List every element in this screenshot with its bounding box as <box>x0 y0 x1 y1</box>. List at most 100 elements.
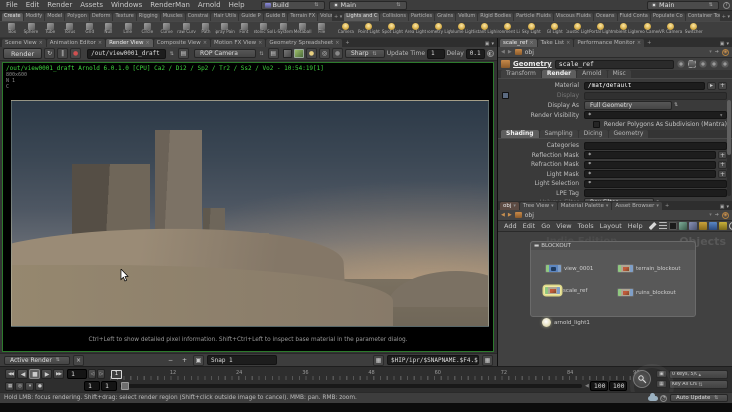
param-tab[interactable]: Render <box>541 70 577 78</box>
shelf-tool[interactable]: Sphere <box>21 22 40 37</box>
pane-tab[interactable]: Composite View × <box>153 39 211 47</box>
close-icon[interactable]: × <box>529 40 533 46</box>
magnifier-icon[interactable]: ◎ <box>318 48 330 59</box>
play-button[interactable]: ▶ <box>41 369 52 379</box>
pane-tab[interactable]: Material Palette ▾ <box>557 202 612 210</box>
pane-tab[interactable]: obj ▾ <box>500 202 519 210</box>
shelf-tool[interactable]: Geometry Light <box>427 22 450 37</box>
pane-tab[interactable]: Asset Browser ▾ <box>612 202 662 210</box>
snapshot-a-icon[interactable] <box>282 49 293 58</box>
pane-menu-icon[interactable]: ▾ <box>726 41 729 47</box>
shelf-tab[interactable]: Muscles <box>160 13 185 21</box>
spinner-icon[interactable]: ⇅ <box>258 51 266 57</box>
pin-icon[interactable]: ➔ <box>715 49 719 55</box>
shelf-tab[interactable]: Hair Utils <box>211 13 239 21</box>
param-subtab[interactable]: Sampling <box>539 130 578 138</box>
back-icon[interactable]: ◀ <box>501 212 505 218</box>
range-start-field[interactable]: 1 <box>84 381 100 391</box>
node-arnold-light1[interactable]: arnold_light1 <box>542 318 590 327</box>
node-ruins-blockout[interactable]: ruins_blockout <box>617 288 676 297</box>
subdiv-checkbox[interactable] <box>592 121 600 128</box>
shelf-tool[interactable]: Curve <box>157 22 176 37</box>
shelf-tool[interactable]: GI Light <box>543 22 566 37</box>
snap-name-field[interactable]: Snap 1 <box>207 355 277 365</box>
shelf-tab[interactable]: Viscous Fluids <box>553 13 593 21</box>
stop-render-icon[interactable]: ● <box>70 48 82 59</box>
menu-item[interactable]: Assets <box>76 1 107 9</box>
next-frame-icon[interactable]: ▷ <box>97 369 105 379</box>
spinner-icon[interactable]: ⇅ <box>394 2 402 8</box>
node-terrain-blockout[interactable]: terrain_blockout <box>617 264 681 273</box>
shelf-tool[interactable]: Tube <box>41 22 60 37</box>
path-dropdown-icon[interactable]: ▾ <box>709 49 712 55</box>
memory-icon[interactable]: ◔ <box>660 394 667 402</box>
pane-maximize-icon[interactable]: ▣ <box>720 41 725 47</box>
pane-tab-menu-icon[interactable]: ▾ <box>606 203 609 209</box>
link-icon[interactable]: ◉ <box>722 48 729 56</box>
shelf-tab[interactable]: Particle Fluids <box>514 13 553 21</box>
shelf-tab[interactable]: Rigging <box>136 13 160 21</box>
range-end2-field[interactable]: 100 <box>608 381 627 391</box>
shelf-tab[interactable]: Collisions <box>380 13 409 21</box>
list-icon[interactable] <box>658 222 667 230</box>
wrench-icon[interactable] <box>648 222 657 230</box>
shelf-tool[interactable]: Platonic Solids <box>254 22 273 37</box>
shelf-tab[interactable]: Texture <box>113 13 136 21</box>
performance-icon[interactable]: ▾ <box>25 381 34 391</box>
region-icon[interactable]: ● <box>331 48 343 59</box>
menu-item[interactable]: Render <box>43 1 76 9</box>
shelf-add-icon[interactable]: + ▾ <box>332 13 344 21</box>
light-selection-field[interactable]: * <box>584 179 727 188</box>
pane-tab-menu-icon[interactable]: ▾ <box>656 203 659 209</box>
keyframe-options-icon[interactable]: ▣ <box>656 370 667 378</box>
spinner-icon[interactable]: ⇅ <box>672 102 680 108</box>
snapshot-path-field[interactable]: $HIP/ipr/$SNAPNAME.$F4.$ <box>387 355 479 365</box>
pane-tab[interactable]: Scene View × <box>2 39 46 47</box>
shelf-tool[interactable]: Switcher <box>682 22 705 37</box>
close-icon[interactable]: × <box>258 40 262 46</box>
network-box-blockout[interactable]: ▬ BLOCKOUT view_0001 terrain_blockout sc… <box>530 241 696 317</box>
pane-tab[interactable]: Take List × <box>537 39 574 47</box>
shelf-tool[interactable]: Sky Light <box>520 22 543 37</box>
shelf-tool[interactable]: Null <box>99 22 118 37</box>
shelf-tab[interactable]: Grains <box>435 13 456 21</box>
current-frame-field[interactable]: 1 <box>67 369 87 379</box>
pane-tab-menu-icon[interactable]: ▾ <box>551 203 554 209</box>
menu-item[interactable]: RenderMan <box>146 1 194 9</box>
rendered-image[interactable] <box>11 100 489 327</box>
path-text[interactable]: obj <box>525 49 534 56</box>
shelf-tool[interactable]: Area Light <box>404 22 427 37</box>
shelf-tool[interactable]: Box <box>2 22 21 37</box>
render-visibility-field[interactable]: * ▾ <box>584 111 727 119</box>
op-chooser-icon[interactable]: + <box>718 81 727 90</box>
close-icon[interactable]: × <box>203 40 207 46</box>
shelf-tab[interactable]: Polygon <box>65 13 89 21</box>
range-slider-handle[interactable] <box>121 382 129 390</box>
jump-node-icon[interactable] <box>710 60 718 68</box>
last-frame-button[interactable]: ▶▶ <box>53 369 64 379</box>
shelf-tab[interactable]: Guide P <box>239 13 263 21</box>
shelf-tool[interactable]: Distant Light <box>473 22 496 37</box>
shelf-tool[interactable]: Grid <box>80 22 99 37</box>
close-icon[interactable]: × <box>335 40 339 46</box>
shelf-tab[interactable]: Volume <box>318 13 332 21</box>
param-tab[interactable]: Transform <box>501 70 541 78</box>
display-as-dropdown[interactable]: Full Geometry <box>584 100 672 110</box>
op-jump-icon[interactable]: ▸ <box>707 81 716 90</box>
folder-icon[interactable] <box>698 222 707 230</box>
menu-item[interactable]: Windows <box>107 1 146 9</box>
shelf-tab[interactable]: Rigid Bodies <box>478 13 514 21</box>
shelf-tool[interactable]: Portal Light <box>589 22 612 37</box>
menu-item[interactable]: Add <box>501 222 520 230</box>
close-icon[interactable]: × <box>566 40 570 46</box>
shelf-tool[interactable]: Point Light <box>357 22 380 37</box>
pane-menu-icon[interactable]: ▾ <box>726 204 729 210</box>
key-all-channels-dropdown[interactable]: Key All Channels⇅ <box>669 380 728 389</box>
pane-tab[interactable]: Render View × <box>106 39 153 47</box>
add-pane-tab-icon[interactable]: + <box>343 39 351 47</box>
shelf-tab[interactable]: Vellum <box>456 13 478 21</box>
lock-icon[interactable]: ▦ <box>482 354 493 366</box>
image-icon[interactable] <box>678 222 687 230</box>
op-chooser-icon[interactable]: + <box>718 151 727 160</box>
shelf-tab[interactable]: Deform <box>89 13 113 21</box>
